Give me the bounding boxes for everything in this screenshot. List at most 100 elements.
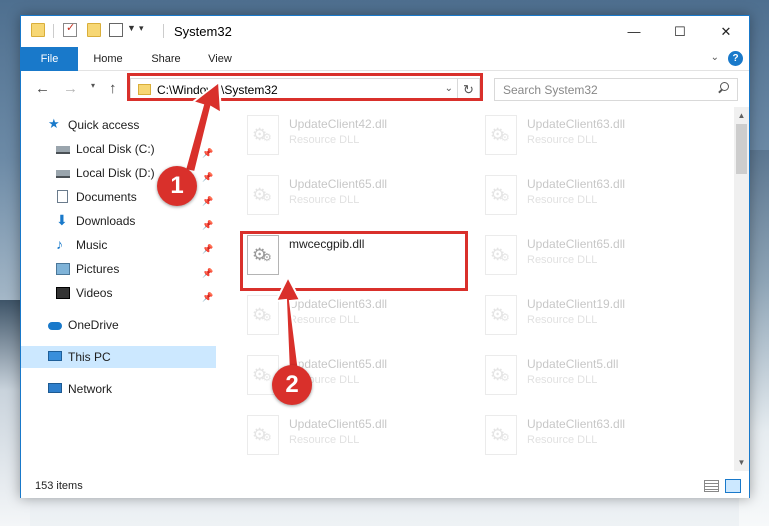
up-arrow-icon[interactable]: ↑ <box>109 80 117 97</box>
sidebar-item-network[interactable]: Network <box>21 378 216 400</box>
tab-home[interactable]: Home <box>83 47 133 71</box>
scroll-up-arrow-icon[interactable]: ▲ <box>734 107 749 124</box>
pin-icon[interactable]: 📌 <box>202 286 213 308</box>
large-icons-view-icon[interactable] <box>725 479 741 493</box>
sidebar-item-label: Documents <box>76 190 137 204</box>
navigation-bar: ← → ▾ ↑ C:\Windows\System32 ⌄ ↻ Search S… <box>21 71 749 107</box>
title-bar: ▼ ▾ System32 — ☐ ✕ <box>21 16 749 47</box>
pin-icon[interactable]: 📌 <box>202 142 213 164</box>
file-name: UpdateClient63.dll <box>527 117 626 131</box>
dll-file-icon <box>485 295 517 335</box>
file-tile[interactable]: UpdateClient42.dll Resource DLL <box>241 109 471 165</box>
chevron-down-icon[interactable]: ▼ <box>127 23 136 33</box>
tab-view[interactable]: View <box>197 47 243 71</box>
help-icon[interactable]: ? <box>728 51 743 66</box>
file-tile[interactable]: UpdateClient63.dll Resource DLL <box>241 289 471 345</box>
file-tile-highlighted[interactable]: mwcecgpib.dll <box>241 229 471 285</box>
file-type: Resource DLL <box>527 434 598 446</box>
pin-icon[interactable]: 📌 <box>202 238 213 260</box>
back-arrow-icon[interactable]: ← <box>35 80 50 97</box>
address-path[interactable]: C:\Windows\System32 <box>157 83 278 97</box>
address-history-chevron-icon[interactable]: ⌄ <box>445 83 453 94</box>
file-type: Resource DLL <box>527 194 598 206</box>
file-tile[interactable]: UpdateClient63.dll Resource DLL <box>479 409 709 465</box>
file-type: Resource DLL <box>527 314 598 326</box>
dll-file-icon <box>485 115 517 155</box>
quick-access-star-icon: ★ <box>48 116 60 131</box>
file-list: UpdateClient42.dll Resource DLL UpdateCl… <box>216 107 734 471</box>
pin-icon[interactable]: 📌 <box>202 262 213 284</box>
expand-ribbon-chevron-icon[interactable]: ⌄ <box>711 52 719 63</box>
recent-locations-chevron-icon[interactable]: ▾ <box>91 81 95 90</box>
scroll-down-arrow-icon[interactable]: ▼ <box>734 454 749 471</box>
close-button[interactable]: ✕ <box>703 16 749 47</box>
sidebar-item-label: Quick access <box>68 118 140 132</box>
pin-icon[interactable]: 📌 <box>202 190 213 212</box>
onedrive-icon <box>48 322 62 330</box>
dll-file-icon <box>485 175 517 215</box>
sidebar-item-label: Downloads <box>76 214 136 228</box>
search-input[interactable]: Search System32 <box>494 78 738 101</box>
file-tile[interactable]: UpdateClient65.dll Resource DLL <box>241 169 471 225</box>
quick-access-toolbar-dropdown-icon[interactable]: ▾ <box>139 23 144 34</box>
sidebar-item-onedrive[interactable]: OneDrive <box>21 314 216 336</box>
pin-icon[interactable]: 📌 <box>202 214 213 236</box>
toolbar-divider <box>53 24 54 38</box>
tab-share[interactable]: Share <box>141 47 191 71</box>
sidebar-item-this-pc[interactable]: This PC <box>21 346 216 368</box>
address-bar[interactable]: C:\Windows\System32 ⌄ ↻ <box>130 78 480 101</box>
file-name: UpdateClient19.dll <box>527 297 626 311</box>
sidebar-item-quick-access[interactable]: ★ Quick access <box>21 114 216 136</box>
search-placeholder: Search System32 <box>503 83 598 97</box>
file-tile[interactable]: UpdateClient5.dll Resource DLL <box>479 349 709 405</box>
sidebar-item-downloads[interactable]: ⬇ Downloads 📌 <box>21 210 216 232</box>
customize-toolbar-icon[interactable] <box>109 23 123 37</box>
file-name: UpdateClient5.dll <box>527 357 619 371</box>
sidebar-item-local-disk-c[interactable]: Local Disk (C:) 📌 <box>21 138 216 160</box>
refresh-icon[interactable]: ↻ <box>457 79 479 100</box>
sidebar-item-pictures[interactable]: Pictures 📌 <box>21 258 216 280</box>
dll-file-icon <box>247 115 279 155</box>
search-icon[interactable] <box>717 82 729 94</box>
window-title: System32 <box>174 24 232 39</box>
this-pc-icon <box>48 351 62 361</box>
toolbar-divider <box>163 24 164 38</box>
dll-file-icon <box>247 175 279 215</box>
sidebar-item-label: OneDrive <box>68 318 119 332</box>
file-tile[interactable]: UpdateClient65.dll Resource DLL <box>241 409 471 465</box>
dll-file-icon <box>485 415 517 455</box>
file-name: UpdateClient65.dll <box>527 237 626 251</box>
minimize-button[interactable]: — <box>611 16 657 47</box>
step-1-badge: 1 <box>157 166 197 206</box>
file-tile[interactable]: UpdateClient63.dll Resource DLL <box>479 109 709 165</box>
new-folder-icon[interactable] <box>87 23 101 37</box>
sidebar-item-videos[interactable]: Videos 📌 <box>21 282 216 304</box>
details-view-icon[interactable] <box>704 480 719 492</box>
vertical-scrollbar[interactable]: ▲ ▼ <box>734 107 749 471</box>
sidebar-item-label: Local Disk (C:) <box>76 142 155 156</box>
dll-file-icon <box>485 235 517 275</box>
properties-check-icon[interactable] <box>63 21 77 37</box>
forward-arrow-icon[interactable]: → <box>63 80 78 97</box>
dll-file-icon <box>247 415 279 455</box>
drive-icon <box>56 170 70 178</box>
file-name: UpdateClient42.dll <box>289 117 388 131</box>
file-tile[interactable]: UpdateClient63.dll Resource DLL <box>479 169 709 225</box>
item-count: 153 items <box>35 480 83 492</box>
sidebar-item-music[interactable]: ♪ Music 📌 <box>21 234 216 256</box>
downloads-icon: ⬇ <box>56 212 68 228</box>
dll-file-icon <box>247 295 279 335</box>
file-type: Resource DLL <box>289 314 360 326</box>
file-name: UpdateClient63.dll <box>527 417 626 431</box>
file-tile[interactable]: UpdateClient65.dll Resource DLL <box>479 229 709 285</box>
tab-file[interactable]: File <box>21 47 78 71</box>
pin-icon[interactable]: 📌 <box>202 166 213 188</box>
sidebar-item-label: Local Disk (D:) <box>76 166 155 180</box>
file-tile[interactable]: UpdateClient19.dll Resource DLL <box>479 289 709 345</box>
maximize-button[interactable]: ☐ <box>657 16 703 47</box>
navigation-pane: ★ Quick access Local Disk (C:) 📌 Local D… <box>21 107 216 471</box>
scrollbar-thumb[interactable] <box>736 124 747 174</box>
documents-icon <box>57 190 68 203</box>
file-name: mwcecgpib.dll <box>289 237 365 251</box>
sidebar-item-label: This PC <box>68 350 111 364</box>
